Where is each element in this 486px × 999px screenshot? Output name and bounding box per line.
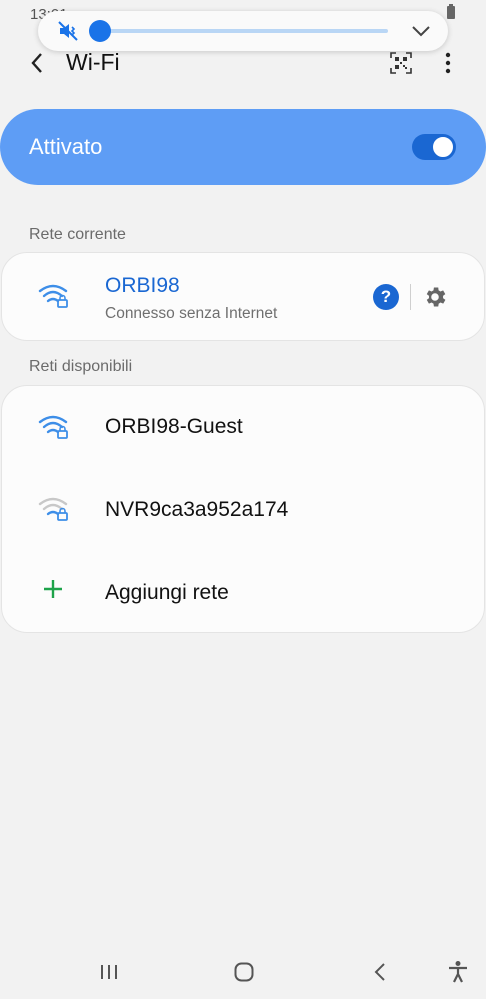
network-settings-button[interactable]	[422, 284, 448, 310]
chevron-left-icon	[374, 963, 385, 981]
navigation-bar	[0, 950, 486, 995]
chevron-down-icon[interactable]	[410, 20, 432, 42]
recent-apps-button[interactable]	[94, 958, 124, 986]
accessibility-button[interactable]	[443, 958, 473, 986]
add-network-button[interactable]: Aggiungi rete	[2, 552, 484, 632]
recents-icon	[101, 965, 117, 979]
volume-thumb[interactable]	[89, 20, 111, 42]
available-networks-card: ORBI98-Guest NVR9ca3a952a174 Aggiungi re…	[1, 385, 485, 633]
network-name: ORBI98-Guest	[105, 415, 243, 438]
battery-icon	[446, 4, 456, 24]
wifi-switch[interactable]	[412, 134, 456, 160]
list-item-network[interactable]: NVR9ca3a952a174	[2, 468, 484, 552]
accessibility-icon	[449, 961, 467, 983]
plus-icon	[42, 578, 66, 602]
volume-slider[interactable]	[89, 20, 388, 42]
more-options-button[interactable]	[436, 48, 460, 78]
network-name: NVR9ca3a952a174	[105, 498, 289, 521]
list-item-network[interactable]: ORBI98-Guest	[2, 386, 484, 468]
home-icon	[234, 962, 254, 982]
app-header: Wi-Fi	[0, 40, 486, 86]
wifi-secure-weak-icon	[38, 495, 70, 523]
add-network-label: Aggiungi rete	[105, 581, 229, 604]
home-button[interactable]	[229, 958, 259, 986]
section-title-current: Rete corrente	[29, 226, 126, 243]
back-button[interactable]	[22, 50, 52, 76]
wifi-toggle-bar[interactable]: Attivato	[0, 109, 486, 185]
status-right	[446, 4, 456, 24]
qr-code-icon	[390, 52, 412, 74]
back-arrow-icon	[31, 53, 42, 73]
gear-icon	[426, 287, 446, 307]
more-vert-icon	[445, 52, 451, 74]
help-button[interactable]: ?	[373, 284, 399, 310]
page-title: Wi-Fi	[66, 49, 120, 75]
qr-code-button[interactable]	[388, 50, 414, 76]
section-title-available: Reti disponibili	[29, 358, 133, 375]
current-network-card[interactable]: ORBI98 Connesso senza Internet ?	[1, 252, 485, 341]
wifi-secure-icon	[38, 282, 70, 310]
divider	[410, 284, 411, 310]
current-network-name: ORBI98	[105, 274, 180, 297]
switch-knob	[431, 135, 455, 159]
wifi-secure-icon	[38, 413, 70, 441]
back-nav-button[interactable]	[365, 958, 395, 986]
toggle-label: Attivato	[29, 134, 103, 159]
current-network-status: Connesso senza Internet	[105, 305, 278, 322]
